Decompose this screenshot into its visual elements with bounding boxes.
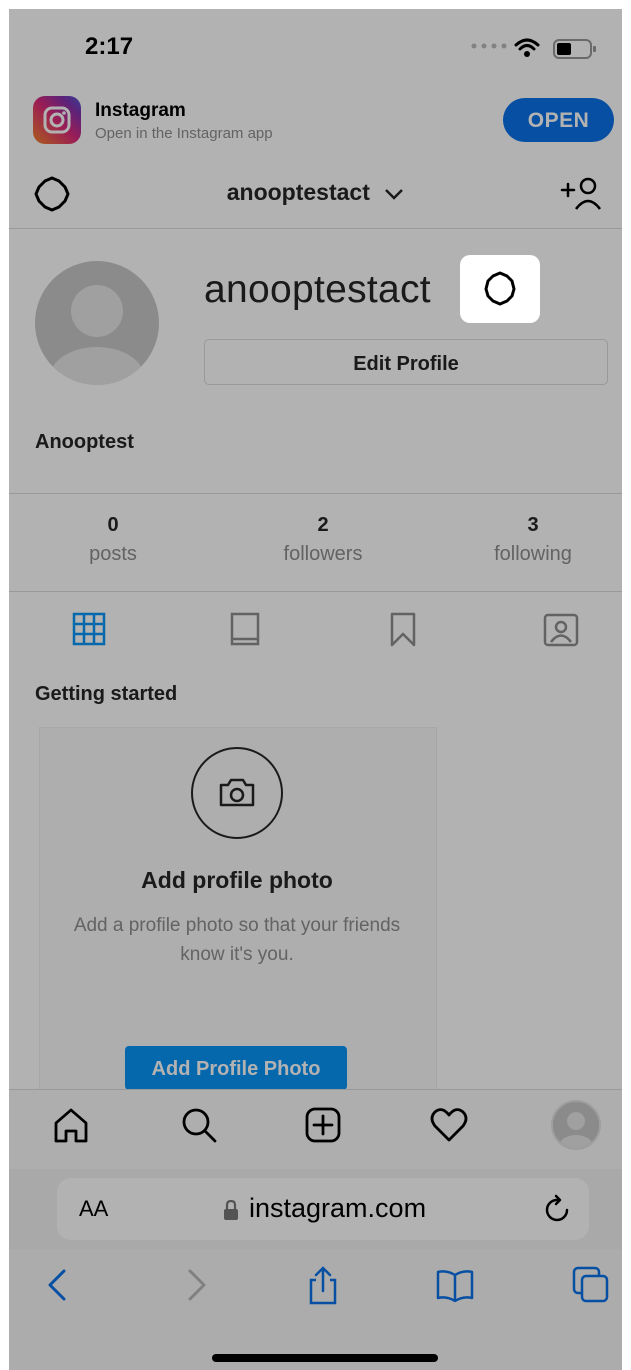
profile-avatar[interactable]: [35, 261, 159, 385]
camera-icon[interactable]: [191, 747, 283, 839]
tagged-tab-icon[interactable]: [541, 609, 581, 649]
status-time: 2:17: [85, 33, 134, 60]
stat-followers-count: 2: [317, 514, 329, 536]
aa-label: AA: [79, 1196, 109, 1221]
account-switcher[interactable]: anooptestact: [9, 179, 622, 206]
getting-started-title: Getting started: [35, 683, 178, 705]
forward-icon[interactable]: [175, 1265, 215, 1305]
lock-icon: [224, 1199, 238, 1220]
tabs-icon[interactable]: [571, 1265, 611, 1305]
wifi-icon: [514, 38, 540, 57]
profile-divider: [9, 493, 622, 494]
add-profile-photo-button[interactable]: Add Profile Photo: [125, 1046, 347, 1090]
stats-divider: [9, 591, 622, 592]
reload-icon[interactable]: [543, 1193, 573, 1225]
signal-icon: [471, 43, 507, 49]
open-app-button[interactable]: OPEN: [503, 98, 614, 142]
new-post-icon[interactable]: [303, 1105, 343, 1145]
options-gear-icon: [484, 271, 516, 306]
phone-screen: 2:17 Instagram Open in the Instagram app…: [9, 9, 622, 1370]
options-gear-button[interactable]: [460, 255, 540, 323]
nav-profile-avatar[interactable]: [551, 1100, 601, 1150]
reader-aa-button[interactable]: AA: [79, 1196, 108, 1222]
grid-tab-icon[interactable]: [69, 609, 109, 649]
home-icon[interactable]: [51, 1105, 91, 1145]
search-icon[interactable]: [179, 1105, 219, 1145]
stat-following-label: following: [494, 543, 572, 565]
profile-username: anooptestact: [204, 268, 431, 311]
igtv-tab-icon[interactable]: [225, 609, 265, 649]
stat-followers-label: followers: [283, 543, 363, 565]
heart-icon[interactable]: [429, 1105, 469, 1145]
saved-tab-icon[interactable]: [383, 609, 423, 649]
camera-glyph-icon: [219, 778, 255, 807]
chevron-down-icon: [385, 189, 404, 200]
stat-following[interactable]: 3 following: [431, 514, 622, 566]
header-divider: [9, 228, 622, 229]
share-icon[interactable]: [303, 1265, 343, 1305]
stat-posts-count: 0: [107, 514, 119, 536]
stat-following-count: 3: [527, 514, 539, 536]
header-username: anooptestact: [226, 179, 370, 205]
add-person-icon[interactable]: [559, 175, 603, 211]
bookmarks-icon[interactable]: [435, 1265, 475, 1305]
banner-subtitle: Open in the Instagram app: [95, 125, 273, 142]
instagram-logo-icon[interactable]: [33, 96, 81, 144]
edit-profile-button[interactable]: Edit Profile: [204, 339, 608, 385]
banner-app-name: Instagram: [95, 100, 186, 121]
home-indicator[interactable]: [212, 1354, 438, 1362]
url-domain: instagram.com: [249, 1193, 427, 1223]
display-name: Anooptest: [35, 431, 134, 453]
stat-followers[interactable]: 2 followers: [221, 514, 425, 566]
stat-posts: 0 posts: [11, 514, 215, 566]
stat-posts-label: posts: [89, 543, 137, 565]
card-title: Add profile photo: [141, 867, 333, 893]
back-icon[interactable]: [39, 1265, 79, 1305]
battery-icon: [553, 39, 596, 59]
card-description: Add a profile photo so that your friends…: [73, 915, 401, 965]
